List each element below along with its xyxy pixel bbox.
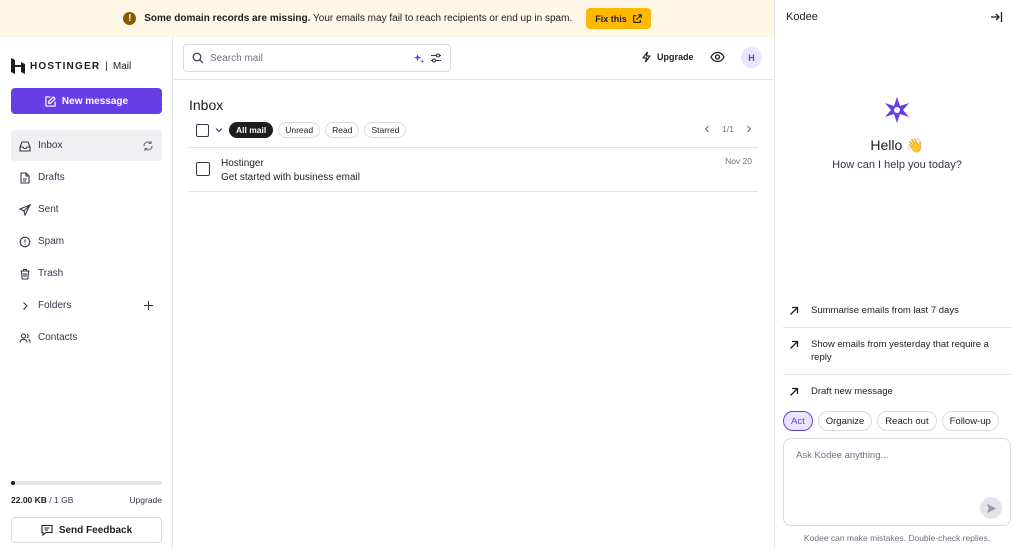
upgrade-button[interactable]: Upgrade	[641, 51, 694, 63]
suggestion-item[interactable]: Show emails from yesterday that require …	[783, 328, 1011, 375]
storage-usage-fill	[11, 481, 15, 485]
arrow-up-right-icon	[790, 306, 799, 315]
sent-icon	[19, 203, 31, 216]
kodee-suggestions: Summarise emails from last 7 days Show e…	[783, 294, 1011, 408]
suggestion-item[interactable]: Summarise emails from last 7 days	[783, 294, 1011, 328]
page-indicator: 1/1	[722, 124, 734, 134]
refresh-icon[interactable]	[142, 140, 154, 152]
kodee-logo	[883, 96, 911, 124]
arrow-up-right-icon	[790, 387, 799, 396]
row-checkbox[interactable]	[196, 162, 210, 176]
fix-this-button[interactable]: Fix this	[586, 8, 651, 29]
ai-sparkle-icon[interactable]	[413, 53, 424, 64]
sidebar-item-contacts[interactable]: Contacts	[11, 322, 162, 353]
sidebar-item-drafts[interactable]: Drafts	[11, 162, 162, 193]
kodee-logo-icon	[885, 97, 909, 123]
sidebar-item-inbox[interactable]: Inbox	[11, 130, 162, 161]
sidebar: HOSTINGER | Mail New message Inbox Draft…	[0, 37, 173, 549]
sidebar-item-folders[interactable]: Folders	[11, 290, 162, 321]
storage-usage-bar	[11, 481, 162, 485]
mail-toolbar: Upgrade H	[174, 37, 774, 80]
kodee-input-box	[783, 438, 1011, 526]
mail-main: Upgrade H Inbox All mail Unread Read Sta…	[174, 37, 774, 549]
filter-starred[interactable]: Starred	[364, 122, 407, 138]
filter-settings-icon[interactable]	[430, 52, 442, 64]
mail-folders-nav: Inbox Drafts Sent Spam Trash Folders Con…	[11, 130, 162, 354]
avatar[interactable]: H	[741, 47, 762, 68]
chevron-right-icon[interactable]	[744, 124, 754, 134]
kodee-title: Kodee	[786, 11, 818, 23]
trash-icon	[20, 268, 30, 280]
lightning-icon	[641, 51, 652, 63]
domain-warning-banner: ! Some domain records are missing. Your …	[0, 0, 774, 37]
collapse-right-icon	[991, 12, 1003, 22]
mail-sender: Hostinger	[221, 158, 264, 169]
search-icon	[192, 52, 204, 64]
chevron-down-icon[interactable]	[214, 125, 224, 135]
mail-subject: Get started with business email	[221, 172, 360, 183]
send-feedback-button[interactable]: Send Feedback	[11, 517, 162, 543]
suggestion-item[interactable]: Draft new message	[783, 375, 1011, 408]
storage-upgrade-link[interactable]: Upgrade	[129, 495, 162, 505]
storage-usage-text: 22.00 KB / 1 GB Upgrade	[11, 495, 162, 505]
collapse-panel-button[interactable]	[990, 11, 1003, 23]
kodee-panel: Kodee Hello 👋 How can I help you today? …	[774, 0, 1024, 549]
contacts-icon	[19, 332, 31, 343]
kodee-disclaimer: Kodee can make mistakes. Double-check re…	[803, 533, 991, 543]
chevron-right-icon[interactable]	[19, 300, 31, 312]
compose-icon	[45, 95, 56, 107]
kodee-greeting: Hello 👋	[870, 137, 924, 153]
hostinger-logo[interactable]: HOSTINGER | Mail	[11, 58, 131, 74]
filter-unread[interactable]: Unread	[278, 122, 321, 138]
kodee-ask-input[interactable]	[796, 450, 976, 490]
pagination: 1/1	[702, 124, 754, 134]
mode-act[interactable]: Act	[783, 411, 813, 431]
sidebar-item-sent[interactable]: Sent	[11, 194, 162, 225]
brand-separator: |	[105, 60, 108, 72]
warning-icon: !	[123, 12, 137, 25]
filter-bar: All mail Unread Read Starred	[196, 122, 407, 138]
preview-toggle[interactable]	[710, 51, 725, 63]
mode-organize[interactable]: Organize	[817, 411, 873, 431]
table-row[interactable]: Hostinger Get started with business emai…	[189, 147, 758, 192]
select-all-checkbox[interactable]	[196, 123, 209, 137]
send-button[interactable]	[980, 497, 1002, 519]
brand-name: HOSTINGER	[30, 60, 101, 72]
hostinger-logo-icon	[11, 58, 25, 74]
arrow-up-right-icon	[790, 340, 799, 349]
eye-icon	[710, 51, 725, 63]
page-title: Inbox	[189, 97, 224, 113]
mode-reach-out[interactable]: Reach out	[877, 411, 937, 431]
drafts-icon	[20, 171, 30, 184]
banner-message: Some domain records are missing. Your em…	[144, 13, 573, 24]
spam-icon	[19, 236, 31, 247]
sidebar-item-trash[interactable]: Trash	[11, 258, 162, 289]
add-folder-icon[interactable]	[143, 300, 154, 311]
filter-all-mail[interactable]: All mail	[229, 122, 274, 138]
mail-date: Nov 20	[725, 156, 752, 166]
product-name: Mail	[112, 60, 132, 72]
kodee-subtitle: How can I help you today?	[832, 159, 962, 171]
send-icon	[986, 503, 996, 513]
chevron-left-icon[interactable]	[702, 124, 712, 134]
search-box[interactable]	[183, 44, 451, 72]
sidebar-item-spam[interactable]: Spam	[11, 226, 162, 257]
external-link-icon	[632, 13, 642, 23]
new-message-button[interactable]: New message	[11, 88, 162, 114]
mode-follow-up[interactable]: Follow-up	[941, 411, 999, 431]
filter-read[interactable]: Read	[325, 122, 360, 138]
feedback-icon	[41, 524, 53, 536]
inbox-icon	[19, 140, 31, 152]
kodee-mode-chips: Act Organize Reach out Follow-up	[783, 411, 999, 431]
search-input[interactable]	[210, 52, 407, 64]
